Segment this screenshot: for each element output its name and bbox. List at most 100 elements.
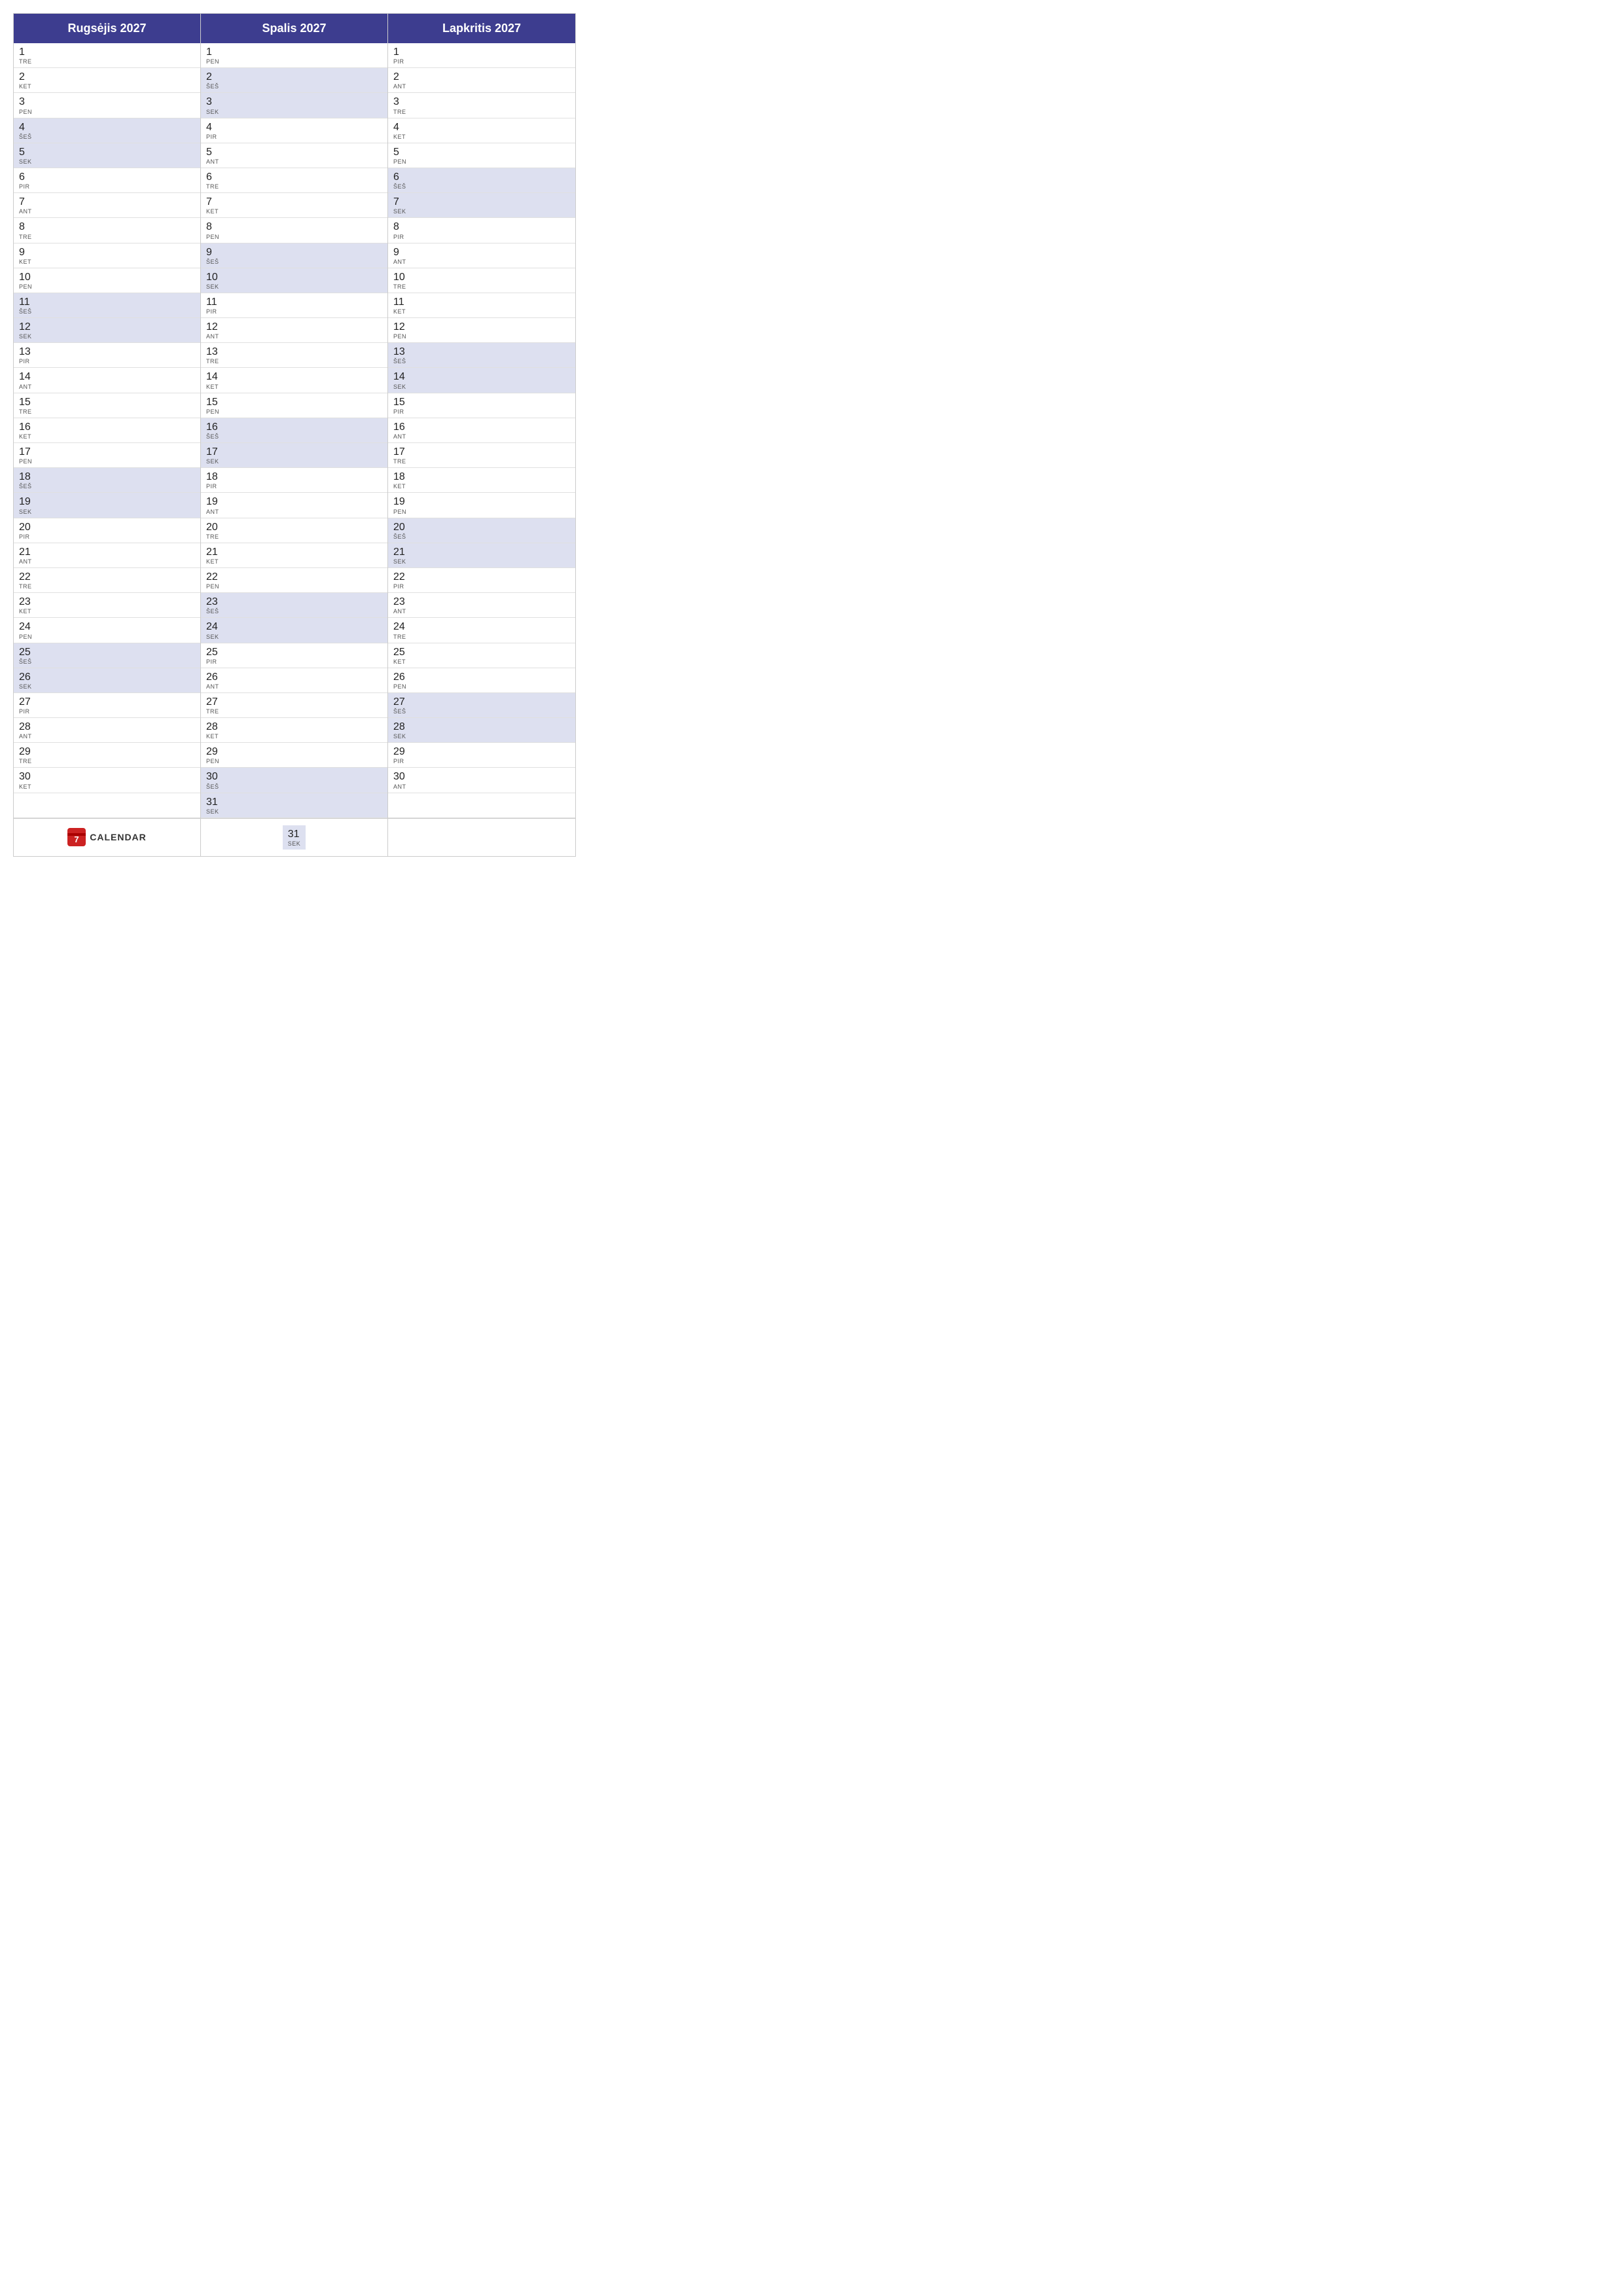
day-name: PEN bbox=[206, 583, 382, 590]
day-name: PEN bbox=[393, 509, 570, 515]
day-name: ANT bbox=[393, 259, 570, 265]
day-name: SEK bbox=[288, 840, 301, 847]
month-header-0: Rugsėjis 2027 bbox=[14, 14, 201, 43]
day-cell: 8TRE bbox=[14, 218, 200, 243]
day-cell: 27PIR bbox=[14, 693, 200, 718]
day-name: TRE bbox=[393, 634, 570, 640]
day-cell: 27ŠEŠ bbox=[388, 693, 575, 718]
day-cell: 14ANT bbox=[14, 368, 200, 393]
day-name: ŠEŠ bbox=[206, 608, 382, 615]
day-number: 1 bbox=[393, 46, 570, 58]
day-number: 14 bbox=[19, 370, 195, 383]
day-name: PEN bbox=[19, 283, 195, 290]
day-cell: 2KET bbox=[14, 68, 200, 93]
day-number: 4 bbox=[393, 121, 570, 134]
day-cell: 1TRE bbox=[14, 43, 200, 68]
day-name: ŠEŠ bbox=[393, 358, 570, 365]
day-name: SEK bbox=[19, 683, 195, 690]
day-number: 16 bbox=[393, 421, 570, 433]
day-name: PEN bbox=[206, 758, 382, 764]
month-column-0: 1TRE2KET3PEN4ŠEŠ5SEK6PIR7ANT8TRE9KET10PE… bbox=[14, 43, 201, 818]
day-number: 21 bbox=[19, 546, 195, 558]
day-number: 11 bbox=[393, 296, 570, 308]
day-name: PEN bbox=[206, 234, 382, 240]
day-cell: 30ŠEŠ bbox=[201, 768, 387, 793]
day-cell: 1PIR bbox=[388, 43, 575, 68]
day-name: ANT bbox=[206, 333, 382, 340]
day-cell: 7ANT bbox=[14, 193, 200, 218]
month-headers: Rugsėjis 2027Spalis 2027Lapkritis 2027 bbox=[14, 14, 575, 43]
day-cell: 24TRE bbox=[388, 618, 575, 643]
day-cell: 15PEN bbox=[201, 393, 387, 418]
day-name: TRE bbox=[206, 183, 382, 190]
day-cell: 3PEN bbox=[14, 93, 200, 118]
day-number: 15 bbox=[393, 396, 570, 408]
day-number: 8 bbox=[19, 221, 195, 233]
day-cell: 5PEN bbox=[388, 143, 575, 168]
day-cell: 4ŠEŠ bbox=[14, 118, 200, 143]
day-cell: 14SEK bbox=[388, 368, 575, 393]
day-number: 6 bbox=[393, 171, 570, 183]
day-number: 28 bbox=[19, 721, 195, 733]
day-cell: 17TRE bbox=[388, 443, 575, 468]
day-name: PEN bbox=[393, 333, 570, 340]
day-cell: 12SEK bbox=[14, 318, 200, 343]
day-cell: 4KET bbox=[388, 118, 575, 143]
day-cell: 13ŠEŠ bbox=[388, 343, 575, 368]
day-number: 30 bbox=[19, 770, 195, 783]
day-name: KET bbox=[206, 208, 382, 215]
day-cell: 26PEN bbox=[388, 668, 575, 693]
day-number: 24 bbox=[19, 620, 195, 633]
day-cell: 6TRE bbox=[201, 168, 387, 193]
day-cell: 19SEK bbox=[14, 493, 200, 518]
day-name: ŠEŠ bbox=[19, 134, 195, 140]
day-cell: 23KET bbox=[14, 593, 200, 618]
day-name: PIR bbox=[206, 308, 382, 315]
day-name: TRE bbox=[206, 708, 382, 715]
day-name: PIR bbox=[19, 708, 195, 715]
day-cell: 25KET bbox=[388, 643, 575, 668]
day-cell: 23ANT bbox=[388, 593, 575, 618]
day-name: PEN bbox=[19, 634, 195, 640]
day-number: 25 bbox=[19, 646, 195, 658]
day-name: PIR bbox=[393, 58, 570, 65]
day-name: ŠEŠ bbox=[393, 183, 570, 190]
day-name: SEK bbox=[206, 458, 382, 465]
day-number: 10 bbox=[19, 271, 195, 283]
day-number: 20 bbox=[393, 521, 570, 533]
footer-col-1: 7 CALENDAR bbox=[14, 819, 201, 856]
day-name: TRE bbox=[19, 58, 195, 65]
day-number: 13 bbox=[19, 346, 195, 358]
day-cell: 17PEN bbox=[14, 443, 200, 468]
day-number: 10 bbox=[206, 271, 382, 283]
day-cell: 8PIR bbox=[388, 218, 575, 243]
day-name: ANT bbox=[206, 509, 382, 515]
day-cell: 20PIR bbox=[14, 518, 200, 543]
day-name: SEK bbox=[19, 509, 195, 515]
day-name: PIR bbox=[19, 358, 195, 365]
day-name: ANT bbox=[19, 208, 195, 215]
day-number: 11 bbox=[206, 296, 382, 308]
day-number: 18 bbox=[19, 471, 195, 483]
day-name: SEK bbox=[206, 109, 382, 115]
day-cell: 7KET bbox=[201, 193, 387, 218]
day-cell: 17SEK bbox=[201, 443, 387, 468]
day-name: SEK bbox=[206, 283, 382, 290]
day-number: 1 bbox=[206, 46, 382, 58]
day-number: 13 bbox=[206, 346, 382, 358]
day-number: 22 bbox=[206, 571, 382, 583]
day-number: 7 bbox=[206, 196, 382, 208]
day-number: 27 bbox=[19, 696, 195, 708]
day-number: 7 bbox=[19, 196, 195, 208]
day-cell: 11KET bbox=[388, 293, 575, 318]
day-cell: 30ANT bbox=[388, 768, 575, 793]
day-name: KET bbox=[19, 83, 195, 90]
day-name: ANT bbox=[393, 433, 570, 440]
day-cell: 24SEK bbox=[201, 618, 387, 643]
day-number: 25 bbox=[206, 646, 382, 658]
day-name: PIR bbox=[206, 483, 382, 490]
month-header-1: Spalis 2027 bbox=[201, 14, 388, 43]
day-number: 2 bbox=[19, 71, 195, 83]
day-name: KET bbox=[206, 733, 382, 740]
day-name: ŠEŠ bbox=[19, 658, 195, 665]
